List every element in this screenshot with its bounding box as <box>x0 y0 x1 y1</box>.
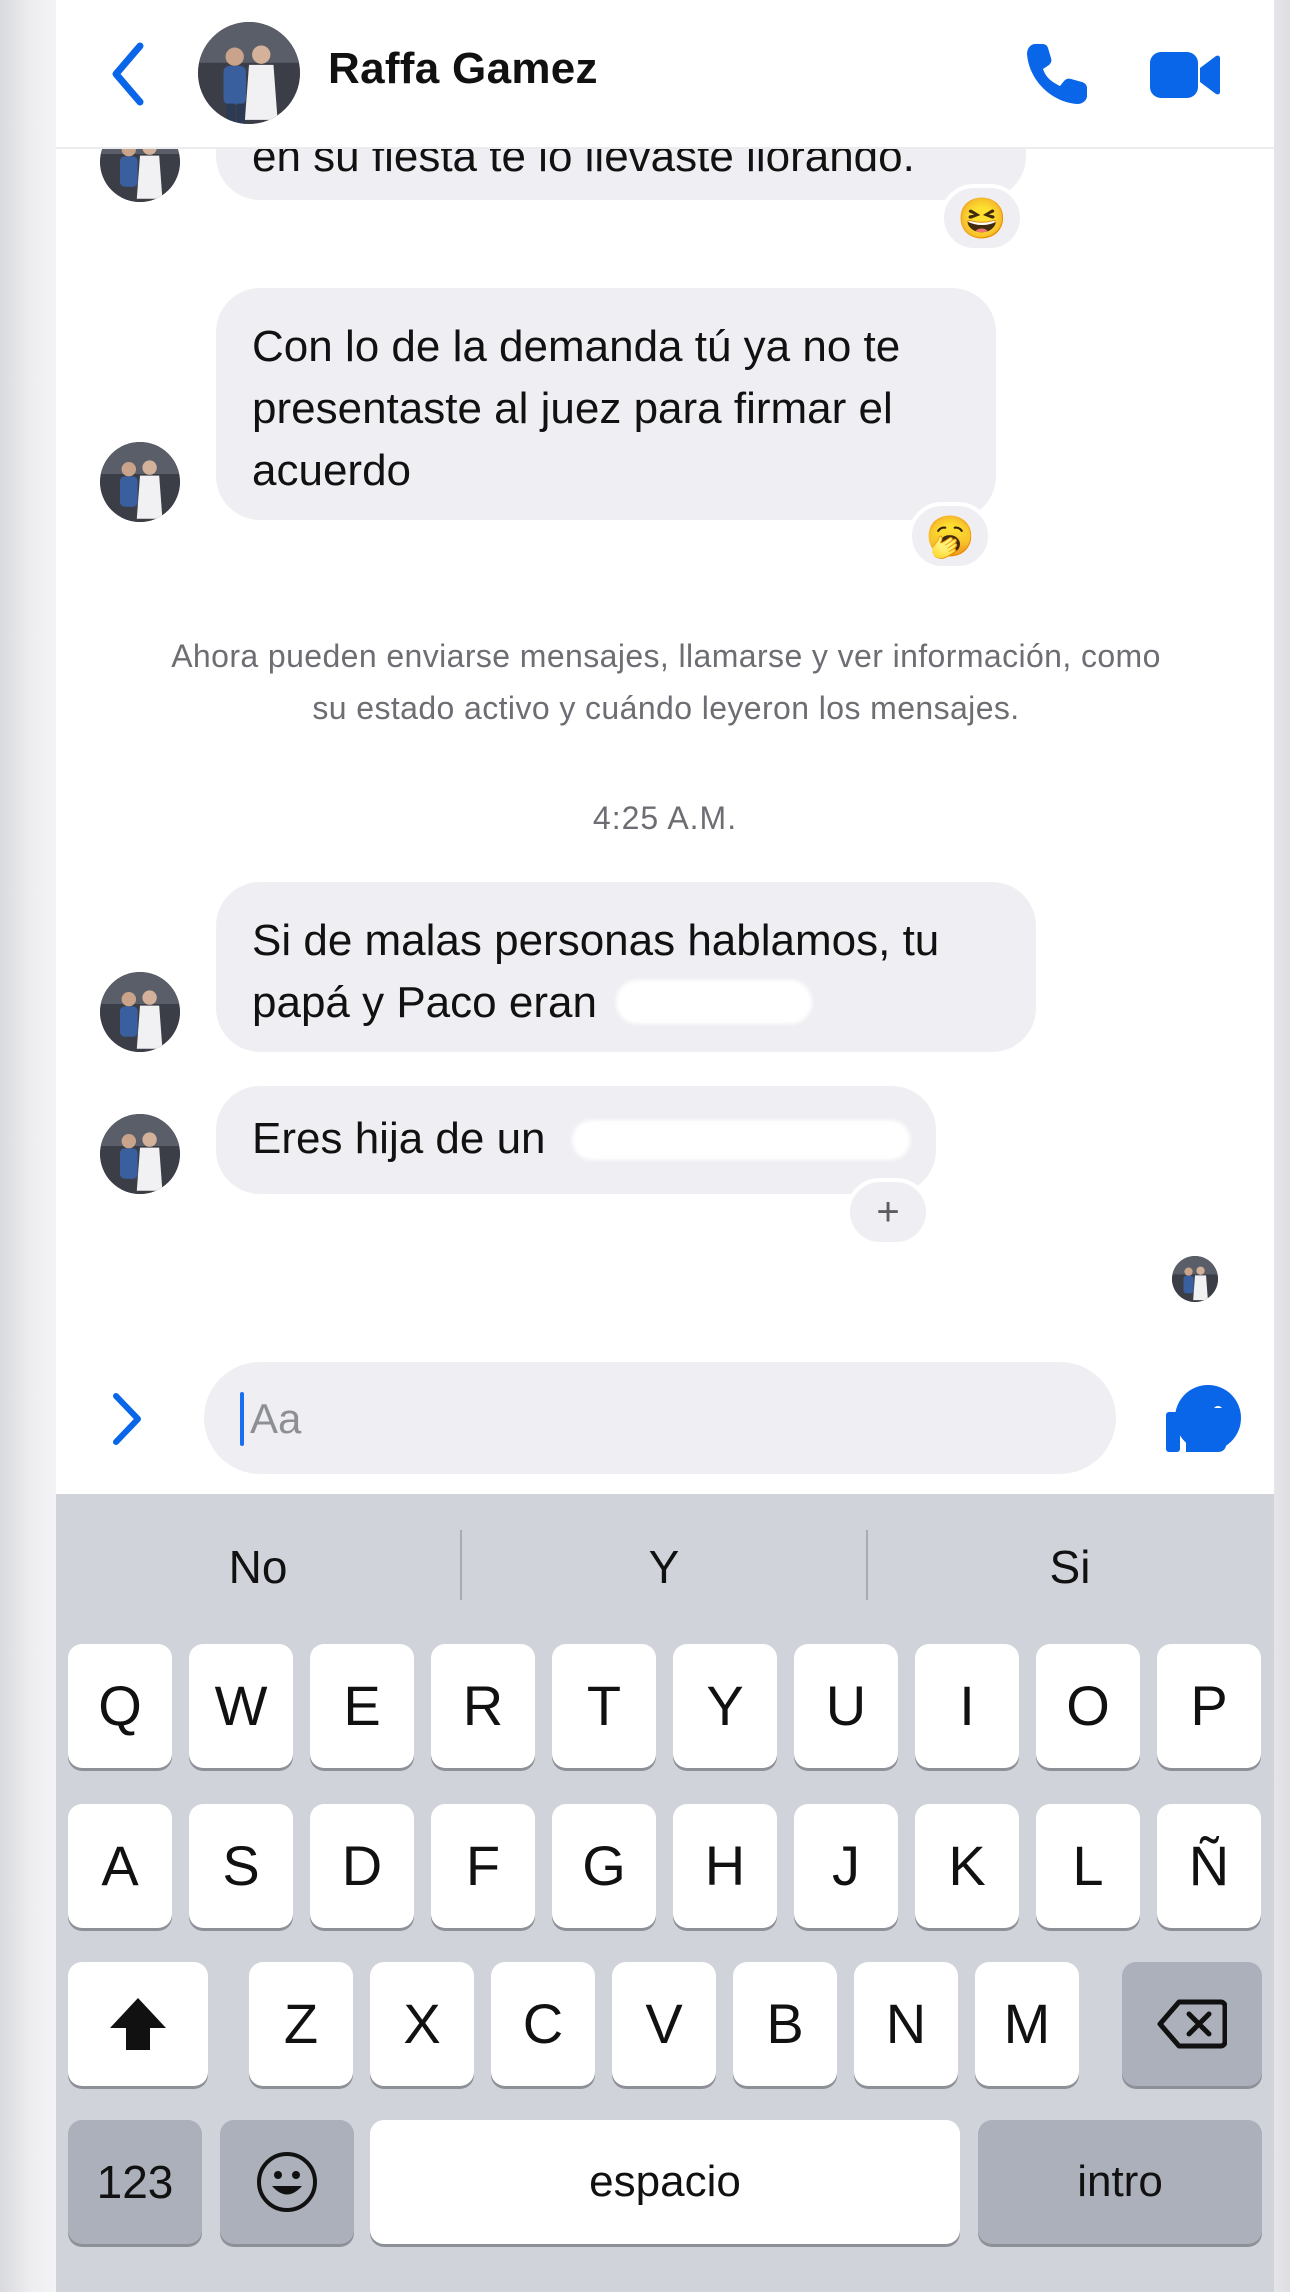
message-bubble[interactable]: Con lo de la demanda tú ya no te present… <box>216 288 996 520</box>
expand-actions-button[interactable] <box>102 1388 152 1450</box>
key[interactable]: T <box>552 1644 656 1768</box>
sender-avatar[interactable] <box>100 972 180 1052</box>
key[interactable]: Q <box>68 1644 172 1768</box>
message-composer: Aa <box>56 1340 1274 1490</box>
key[interactable]: Z <box>249 1962 353 2086</box>
seen-avatar <box>1172 1256 1218 1302</box>
key[interactable]: X <box>370 1962 474 2086</box>
chat-header: Raffa Gamez <box>56 0 1274 149</box>
key[interactable]: K <box>915 1804 1019 1928</box>
key[interactable]: P <box>1157 1644 1261 1768</box>
backspace-key[interactable] <box>1122 1962 1262 2086</box>
key[interactable]: S <box>189 1804 293 1928</box>
key[interactable]: Y <box>673 1644 777 1768</box>
video-call-button[interactable] <box>1148 42 1220 108</box>
audio-call-button[interactable] <box>1021 38 1093 110</box>
message-timestamp: 4:25 A.M. <box>592 800 738 836</box>
shift-arrow-icon <box>110 1998 166 2050</box>
key[interactable]: E <box>310 1644 414 1768</box>
message-input[interactable]: Aa <box>204 1362 1241 1474</box>
key[interactable]: R <box>431 1644 535 1768</box>
key[interactable]: V <box>612 1962 716 2086</box>
avatar-photo <box>198 22 300 124</box>
return-key[interactable]: intro <box>978 2120 1262 2244</box>
key[interactable]: W <box>189 1644 293 1768</box>
key[interactable]: L <box>1036 1804 1140 1928</box>
message-bubble[interactable]: Si de malas personas hablamos, tu papá y… <box>216 882 1036 1052</box>
back-button[interactable] <box>98 36 158 112</box>
key[interactable]: G <box>552 1804 656 1928</box>
redacted-overlay <box>572 1120 910 1160</box>
message-input-placeholder: Aa <box>250 1395 302 1442</box>
key[interactable]: J <box>794 1804 898 1928</box>
contact-avatar[interactable] <box>198 22 300 124</box>
space-key[interactable]: espacio <box>370 2120 960 2244</box>
shift-key[interactable] <box>68 1962 208 2086</box>
key[interactable]: C <box>491 1962 595 2086</box>
message-reaction[interactable]: 😆 <box>940 184 1024 252</box>
chevron-left-icon <box>112 42 144 106</box>
sender-avatar[interactable] <box>100 1114 180 1194</box>
key[interactable]: B <box>733 1962 837 2086</box>
emoji-face-icon <box>257 2152 317 2212</box>
sender-avatar[interactable] <box>100 442 180 522</box>
prediction-suggestion[interactable]: Y <box>462 1522 866 1612</box>
key[interactable]: D <box>310 1804 414 1928</box>
backspace-icon <box>1157 1999 1228 2049</box>
key[interactable]: M <box>975 1962 1079 2086</box>
key[interactable]: A <box>68 1804 172 1928</box>
message-reaction[interactable]: 🥱 <box>908 502 992 570</box>
key[interactable]: O <box>1036 1644 1140 1768</box>
numbers-key[interactable]: 123 <box>68 2120 202 2244</box>
thumbs-up-icon <box>1166 1386 1233 1452</box>
message-bubble[interactable]: Eres hija de un <box>216 1086 936 1194</box>
prediction-suggestion[interactable]: Si <box>868 1522 1272 1612</box>
prediction-suggestion[interactable]: No <box>56 1522 460 1612</box>
redacted-overlay <box>616 980 812 1024</box>
emoji-keyboard-key[interactable] <box>220 2120 354 2244</box>
key[interactable]: U <box>794 1644 898 1768</box>
ios-keyboard: No Y Si Q W E R T Y U I O P A S D F G H <box>56 1494 1274 2292</box>
key[interactable]: H <box>673 1804 777 1928</box>
add-reaction-button[interactable]: + <box>846 1178 930 1246</box>
like-button[interactable] <box>1164 1382 1234 1454</box>
key[interactable]: N <box>854 1962 958 2086</box>
messenger-chat-screen: Raffa Gamez en su fiesta te lo llevaste … <box>56 0 1274 2292</box>
video-camera-icon <box>1150 52 1220 98</box>
key[interactable]: F <box>431 1804 535 1928</box>
contact-name[interactable]: Raffa Gamez <box>328 44 598 94</box>
chevron-right-icon <box>113 1393 141 1445</box>
predictive-text-bar: No Y Si <box>56 1494 1274 1636</box>
key[interactable]: I <box>915 1644 1019 1768</box>
phone-icon <box>1027 44 1087 104</box>
text-caret <box>240 1392 244 1446</box>
key[interactable]: Ñ <box>1157 1804 1261 1928</box>
connection-info-note: Ahora pueden enviarse mensajes, llamarse… <box>171 638 1161 726</box>
message-text: Con lo de la demanda tú ya no te present… <box>252 322 901 495</box>
